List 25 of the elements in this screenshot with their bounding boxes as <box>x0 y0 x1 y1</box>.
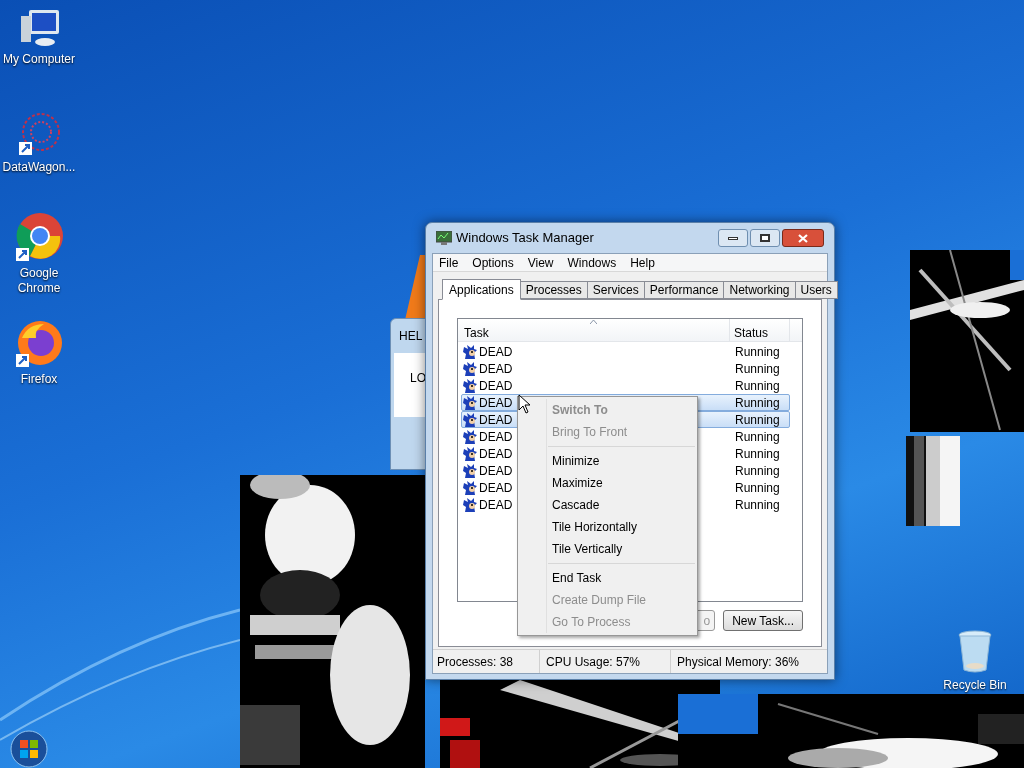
table-cell-text: DEAD <box>479 445 513 463</box>
status-text: CPU Usage: 57% <box>546 653 641 671</box>
table-cell-text: Running <box>734 377 780 395</box>
table-cell-text: Running <box>734 394 780 412</box>
status-text: Physical Memory: 36% <box>677 653 800 671</box>
table-cell-text: Running <box>734 428 780 446</box>
table-cell-text: Running <box>734 462 780 480</box>
table-cell-text: DEAD <box>479 411 513 429</box>
window-title: Windows Task Manager <box>456 229 595 248</box>
table-cell-text: DEAD <box>479 462 513 480</box>
table-cell-text: Running <box>734 479 780 497</box>
table-cell-text: Running <box>734 360 780 378</box>
table-cell-text: Running <box>734 411 780 429</box>
table-cell-text: DEAD <box>479 479 513 497</box>
dialog-text: LO <box>410 371 426 385</box>
table-cell-text: DEAD <box>479 394 513 412</box>
table-cell-text: DEAD <box>479 496 513 514</box>
table-cell-text: DEAD <box>479 377 513 395</box>
table-cell-text: DEAD <box>479 428 513 446</box>
table-cell-text: DEAD <box>479 343 513 361</box>
table-cell-text: DEAD <box>479 360 513 378</box>
table-cell-text: Running <box>734 343 780 361</box>
table-cell-text: Running <box>734 445 780 463</box>
status-text: Processes: 38 <box>437 653 514 671</box>
table-cell-text: Running <box>734 496 780 514</box>
